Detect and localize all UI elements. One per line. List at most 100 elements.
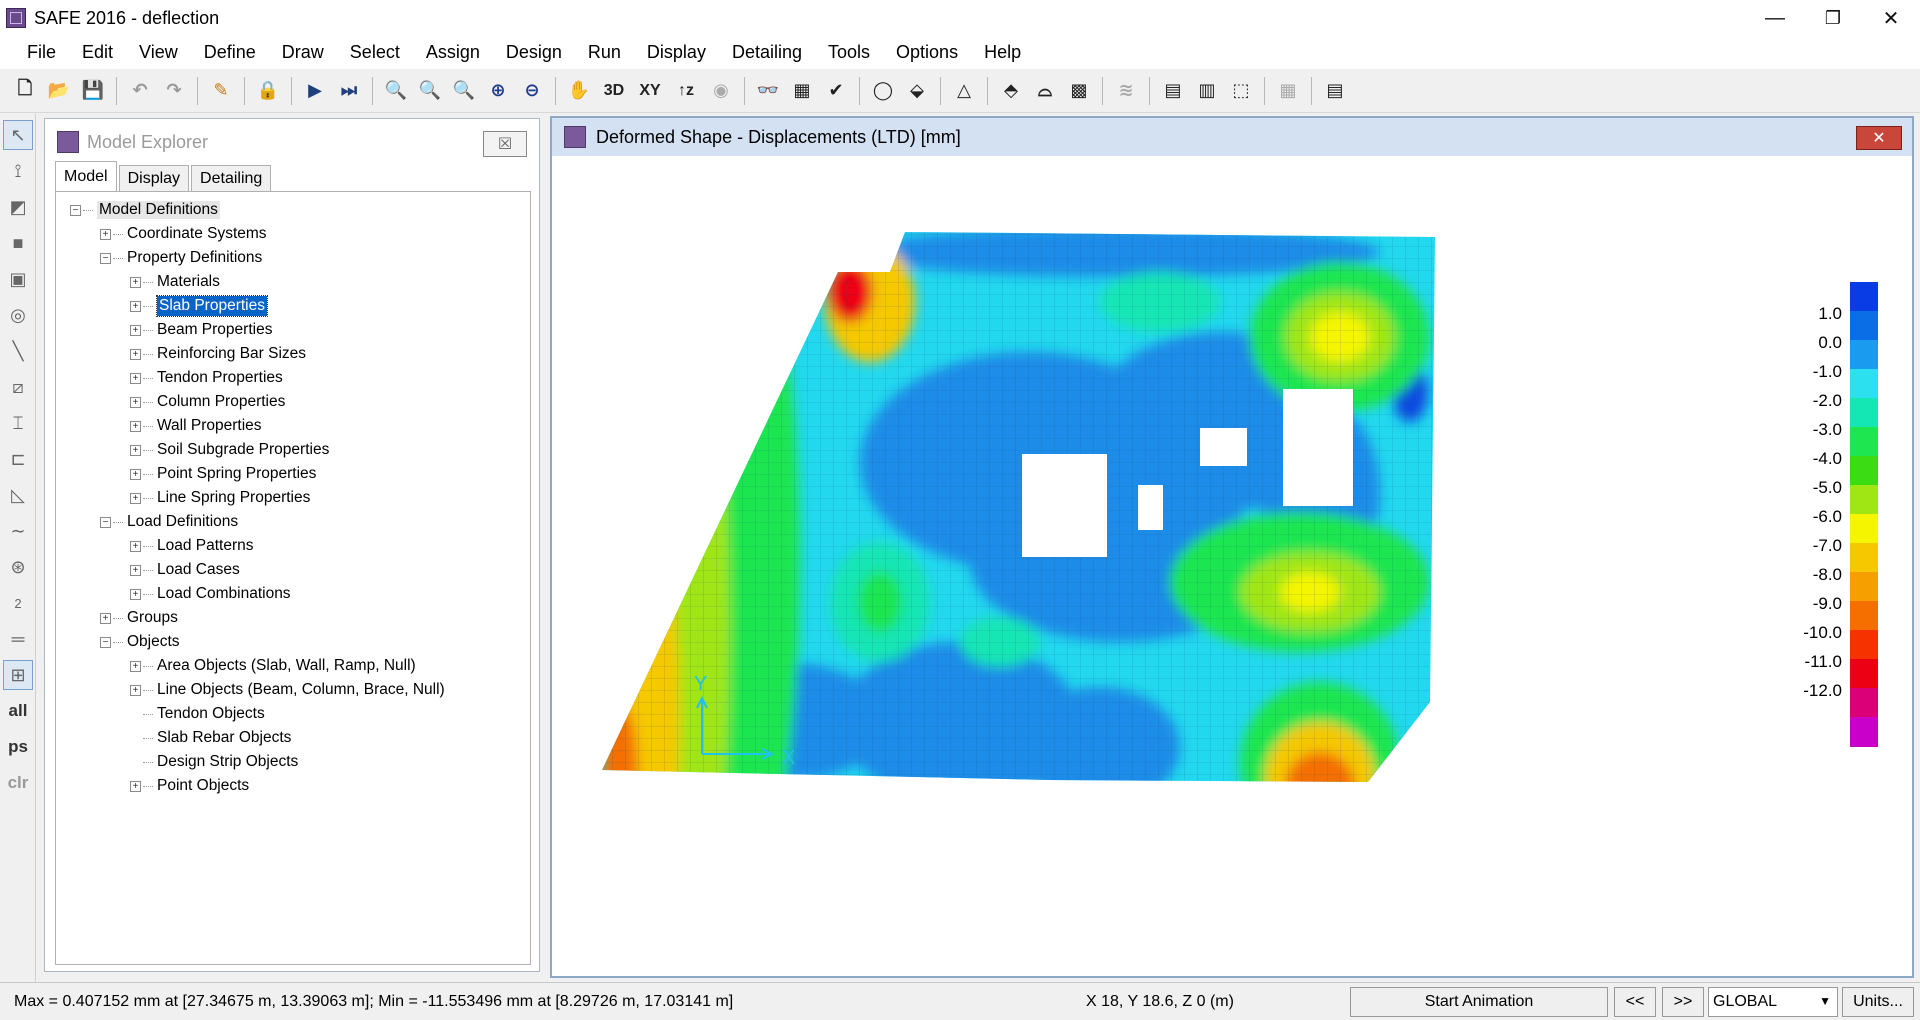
rebar-icon[interactable]: ▤ xyxy=(1156,74,1190,108)
tree-node[interactable]: − Load Definitions xyxy=(56,510,530,534)
menu-tools[interactable]: Tools xyxy=(815,42,883,63)
select-grid-icon[interactable]: ▦ xyxy=(785,74,819,108)
expand-icon[interactable]: + xyxy=(100,612,111,624)
run-all-icon[interactable]: ⏭ xyxy=(332,74,366,108)
collapse-icon[interactable]: − xyxy=(100,252,111,264)
menu-detailing[interactable]: Detailing xyxy=(719,42,815,63)
draw-rectangle-icon[interactable]: ■ xyxy=(3,228,33,258)
pan-hand-icon[interactable]: ✋ xyxy=(562,74,596,108)
expand-icon[interactable]: + xyxy=(130,468,141,480)
collapse-icon[interactable]: − xyxy=(70,204,81,216)
open-folder-icon[interactable]: 📂 xyxy=(42,74,76,108)
save-icon[interactable]: 💾 xyxy=(76,74,110,108)
tree-node[interactable]: + Line Spring Properties xyxy=(56,486,530,510)
expand-icon[interactable]: + xyxy=(130,300,141,312)
collapse-icon[interactable]: − xyxy=(100,636,111,648)
tree-node[interactable]: + Point Objects xyxy=(56,774,530,798)
glasses-icon[interactable]: 👓 xyxy=(751,74,785,108)
tree-node[interactable]: + Area Objects (Slab, Wall, Ramp, Null) xyxy=(56,654,530,678)
expand-icon[interactable]: + xyxy=(130,372,141,384)
dimension-icon[interactable]: 2 xyxy=(3,588,33,618)
deformed-shape-icon[interactable]: ⬙ xyxy=(900,74,934,108)
tree-node[interactable]: + Load Cases xyxy=(56,558,530,582)
draw-area-icon[interactable]: ◩ xyxy=(3,192,33,222)
tree-node[interactable]: − Property Definitions xyxy=(56,246,530,270)
select-all-button[interactable]: all xyxy=(3,696,33,726)
tree-node[interactable]: + Slab Properties xyxy=(56,294,530,318)
expand-icon[interactable]: + xyxy=(130,492,141,504)
view-z-button[interactable]: ↑z xyxy=(668,74,704,108)
expand-icon[interactable]: + xyxy=(100,228,111,240)
menu-options[interactable]: Options xyxy=(883,42,971,63)
next-button[interactable]: >> xyxy=(1662,987,1704,1017)
triangle-icon[interactable]: △ xyxy=(947,74,981,108)
tree-node[interactable]: Slab Rebar Objects xyxy=(56,726,530,750)
view-3d-button[interactable]: 3D xyxy=(596,74,632,108)
reaction-icon[interactable]: ⬘ xyxy=(994,74,1028,108)
menu-help[interactable]: Help xyxy=(971,42,1034,63)
view-xy-button[interactable]: XY xyxy=(632,74,668,108)
tree-node[interactable]: + Load Patterns xyxy=(56,534,530,558)
tree-node[interactable]: + Reinforcing Bar Sizes xyxy=(56,342,530,366)
draw-column-icon[interactable]: ▣ xyxy=(3,264,33,294)
expand-icon[interactable]: + xyxy=(130,540,141,552)
tree-node[interactable]: + Beam Properties xyxy=(56,318,530,342)
draw-beam-icon[interactable]: ⧄ xyxy=(3,372,33,402)
tree-node[interactable]: + Tendon Properties xyxy=(56,366,530,390)
tree-node[interactable]: + Line Objects (Beam, Column, Brace, Null… xyxy=(56,678,530,702)
expand-icon[interactable]: + xyxy=(130,444,141,456)
lock-icon[interactable]: 🔒 xyxy=(251,74,285,108)
clear-selection-button[interactable]: clr xyxy=(3,768,33,798)
expand-icon[interactable]: + xyxy=(130,396,141,408)
expand-icon[interactable]: + xyxy=(130,324,141,336)
menu-draw[interactable]: Draw xyxy=(269,42,337,63)
tree-node[interactable]: − Objects xyxy=(56,630,530,654)
explorer-close-button[interactable]: ☒ xyxy=(483,131,527,157)
draw-tendon-icon[interactable]: ∼ xyxy=(3,516,33,546)
menu-display[interactable]: Display xyxy=(634,42,719,63)
previous-button[interactable]: << xyxy=(1614,987,1656,1017)
strip-line-icon[interactable]: ═ xyxy=(3,624,33,654)
tree-node[interactable]: + Groups xyxy=(56,606,530,630)
tree-node[interactable]: + Wall Properties xyxy=(56,414,530,438)
redo-icon[interactable]: ↷ xyxy=(157,74,191,108)
check-icon[interactable]: ✔ xyxy=(819,74,853,108)
report-icon[interactable]: ▤ xyxy=(1318,74,1352,108)
expand-icon[interactable]: + xyxy=(130,564,141,576)
zoom-in-icon[interactable]: ⊕ xyxy=(481,74,515,108)
draw-wall-icon[interactable]: ⌶ xyxy=(3,408,33,438)
expand-icon[interactable]: + xyxy=(130,420,141,432)
expand-icon[interactable]: + xyxy=(130,588,141,600)
maximize-button[interactable]: ❐ xyxy=(1804,0,1862,36)
pointer-icon[interactable]: ↖ xyxy=(3,120,33,150)
draw-line-icon[interactable]: ╲ xyxy=(3,336,33,366)
zoom-out-icon[interactable]: ⊖ xyxy=(515,74,549,108)
draw-frame-icon[interactable]: ⊏ xyxy=(3,444,33,474)
tree-node[interactable]: + Load Combinations xyxy=(56,582,530,606)
close-button[interactable]: ✕ xyxy=(1862,0,1920,36)
tree-node[interactable]: Tendon Objects xyxy=(56,702,530,726)
menu-select[interactable]: Select xyxy=(337,42,413,63)
coordinate-system-select[interactable]: GLOBAL ▼ xyxy=(1708,987,1838,1017)
expand-icon[interactable]: + xyxy=(130,684,141,696)
table-icon[interactable]: ▦ xyxy=(1271,74,1305,108)
slab-icon[interactable]: ⌓ xyxy=(1028,74,1062,108)
zoom-extents-icon[interactable]: 🔍 xyxy=(447,74,481,108)
new-file-icon[interactable]: 🗋 xyxy=(8,74,42,108)
zoom-window-icon[interactable]: 🔍 xyxy=(379,74,413,108)
tree-node[interactable]: + Materials xyxy=(56,270,530,294)
tree-node[interactable]: + Column Properties xyxy=(56,390,530,414)
section-cut-icon[interactable]: ⬚ xyxy=(1224,74,1258,108)
start-animation-button[interactable]: Start Animation xyxy=(1350,987,1608,1017)
menu-file[interactable]: File xyxy=(14,42,69,63)
zoom-restore-icon[interactable]: 🔍 xyxy=(413,74,447,108)
menu-design[interactable]: Design xyxy=(493,42,575,63)
tree-node[interactable]: − Model Definitions xyxy=(56,198,530,222)
expand-icon[interactable]: + xyxy=(130,660,141,672)
circle-icon[interactable]: ◯ xyxy=(866,74,900,108)
tree-node[interactable]: + Soil Subgrade Properties xyxy=(56,438,530,462)
view-close-button[interactable]: ✕ xyxy=(1856,126,1902,150)
pencil-icon[interactable]: ✎ xyxy=(204,74,238,108)
tab-detailing[interactable]: Detailing xyxy=(191,165,272,191)
model-canvas[interactable]: Y X 1.0 0.0 -1.0 -2.0 -3.0 -4.0 -5.0 -6.0 -7.0 -8… xyxy=(560,162,1906,970)
